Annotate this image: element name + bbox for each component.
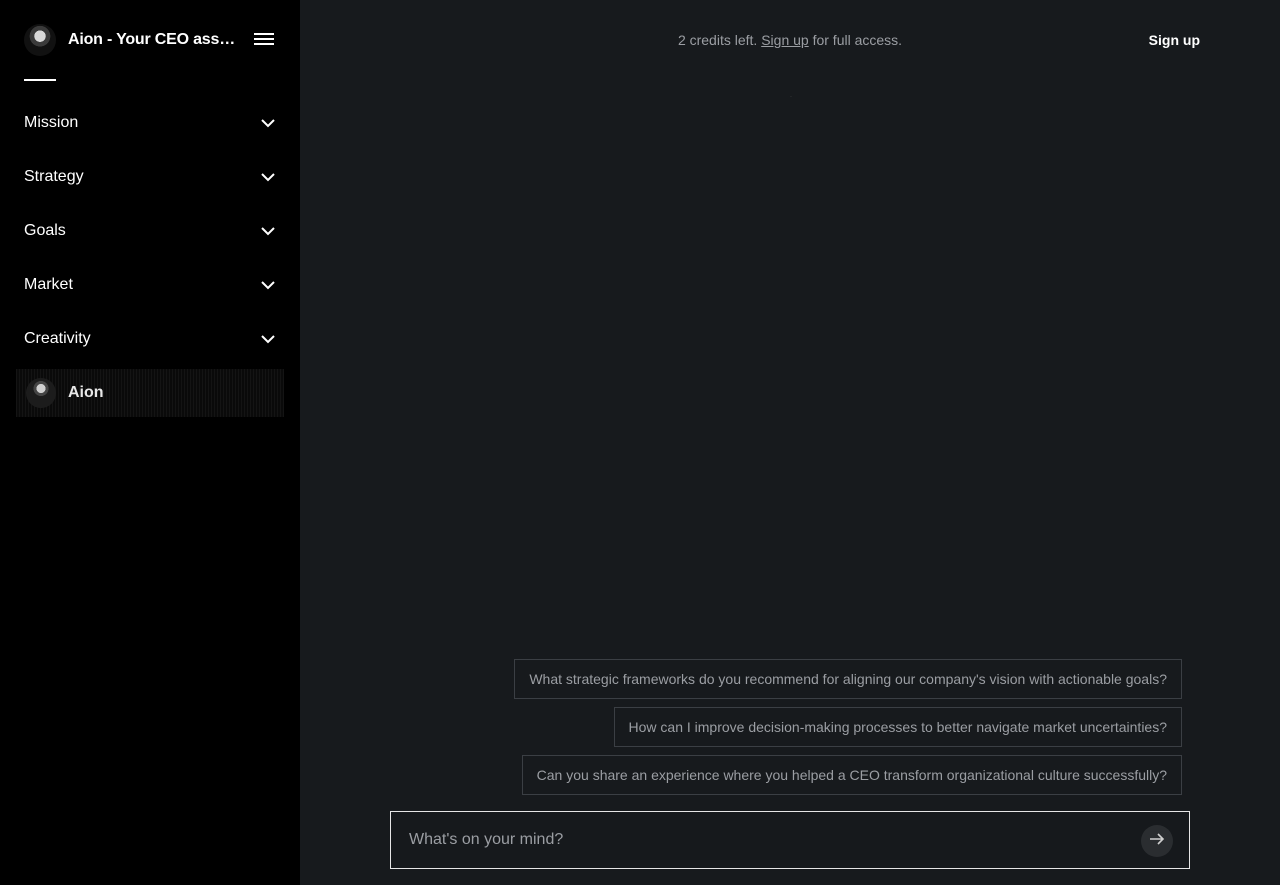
sidebar-item-label: Market [24, 276, 73, 293]
chevron-down-icon [260, 115, 276, 131]
sidebar-item-label: Aion [68, 384, 104, 401]
header-underline [24, 79, 56, 81]
hamburger-menu-icon[interactable] [252, 30, 276, 50]
sidebar-item-label: Goals [24, 222, 66, 239]
message-input[interactable] [407, 830, 1107, 850]
loading-indicator: · [790, 94, 792, 100]
sidebar-nav: Mission Strategy Goals Market Creativity [24, 96, 276, 366]
credits-prefix: 2 credits left. [677, 32, 758, 48]
sidebar-item-creativity[interactable]: Creativity [24, 312, 276, 366]
sidebar-header: Aion - Your CEO assistant [24, 24, 276, 56]
signup-button[interactable]: Sign up [1149, 32, 1200, 48]
app-title: Aion - Your CEO assistant [68, 31, 236, 48]
message-composer [390, 811, 1190, 869]
sidebar: Aion - Your CEO assistant Mission Strate… [0, 0, 300, 885]
sidebar-item-market[interactable]: Market [24, 258, 276, 312]
suggestion-list: What strategic frameworks do you recomme… [382, 659, 1182, 803]
suggestion-chip[interactable]: How can I improve decision-making proces… [613, 707, 1182, 747]
credits-signup-link[interactable]: Sign up [761, 32, 808, 48]
sidebar-item-goals[interactable]: Goals [24, 204, 276, 258]
sidebar-item-label: Mission [24, 114, 79, 131]
arrow-right-icon [1148, 830, 1166, 853]
aion-avatar [26, 378, 56, 408]
send-button[interactable] [1141, 825, 1173, 857]
chevron-down-icon [260, 223, 276, 239]
credits-notice: 2 credits left. Sign up for full access. [300, 32, 1280, 48]
sidebar-item-mission[interactable]: Mission [24, 96, 276, 150]
chevron-down-icon [260, 277, 276, 293]
sidebar-item-aion[interactable]: Aion [16, 369, 284, 417]
chevron-down-icon [260, 331, 276, 347]
suggestion-chip[interactable]: Can you share an experience where you he… [521, 755, 1182, 795]
suggestion-chip[interactable]: What strategic frameworks do you recomme… [514, 659, 1182, 699]
assistant-avatar [24, 24, 56, 56]
chevron-down-icon [260, 169, 276, 185]
sidebar-item-strategy[interactable]: Strategy [24, 150, 276, 204]
sidebar-item-label: Creativity [24, 330, 91, 347]
credits-suffix: for full access. [812, 32, 903, 48]
chat-main: 2 credits left. Sign up for full access.… [300, 0, 1280, 885]
sidebar-item-label: Strategy [24, 168, 84, 185]
